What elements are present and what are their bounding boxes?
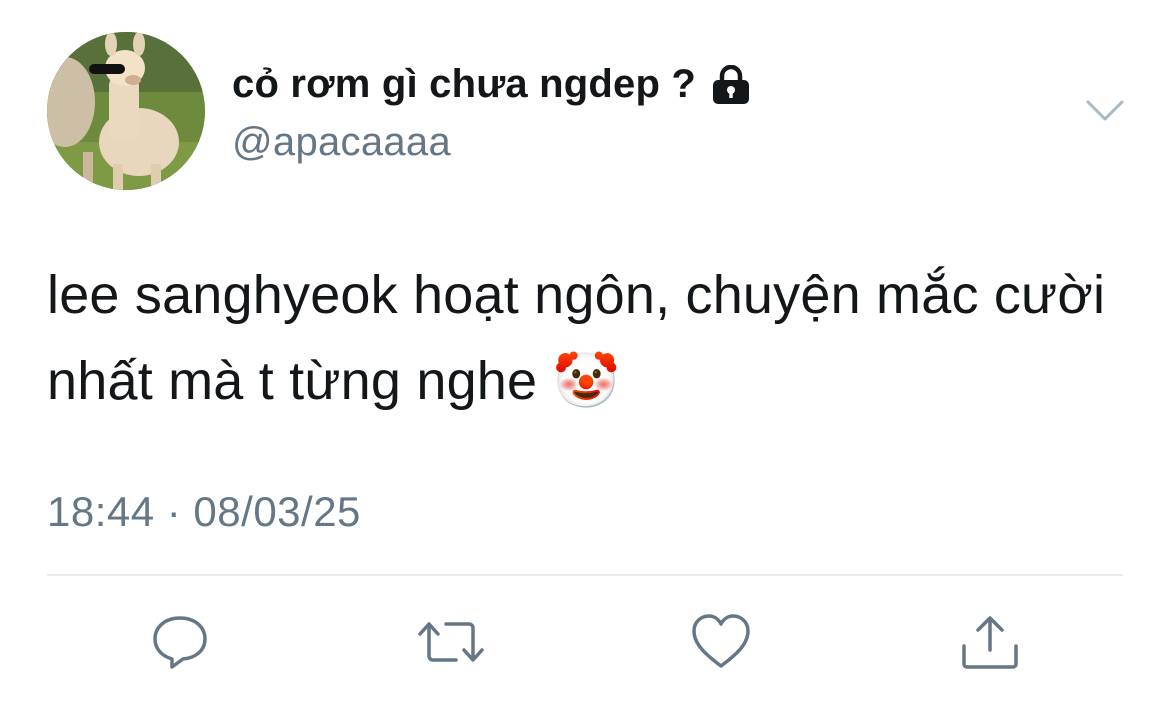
alpaca-avatar-image: [47, 32, 205, 190]
retweet-icon[interactable]: [418, 612, 484, 672]
divider: [47, 574, 1123, 576]
avatar[interactable]: [47, 32, 205, 190]
reply-icon[interactable]: [150, 612, 210, 672]
user-handle[interactable]: @apacaaaa: [232, 120, 451, 165]
tweet-timestamp[interactable]: 18:44 · 08/03/25: [47, 488, 361, 536]
tweet-card: cỏ rơm gì chưa ngdep ? @apacaaaa lee san…: [0, 0, 1170, 706]
display-name-text: cỏ rơm gì chưa ngdep ?: [232, 62, 697, 106]
chevron-down-icon[interactable]: [1086, 98, 1124, 124]
like-icon[interactable]: [691, 612, 751, 672]
tweet-text: lee sanghyeok hoạt ngôn, chuyện mắc cười…: [47, 252, 1137, 424]
clown-emoji: 🤡: [552, 351, 620, 411]
display-name[interactable]: cỏ rơm gì chưa ngdep ?: [232, 62, 752, 107]
lock-icon: [710, 64, 752, 105]
share-icon[interactable]: [960, 612, 1020, 672]
